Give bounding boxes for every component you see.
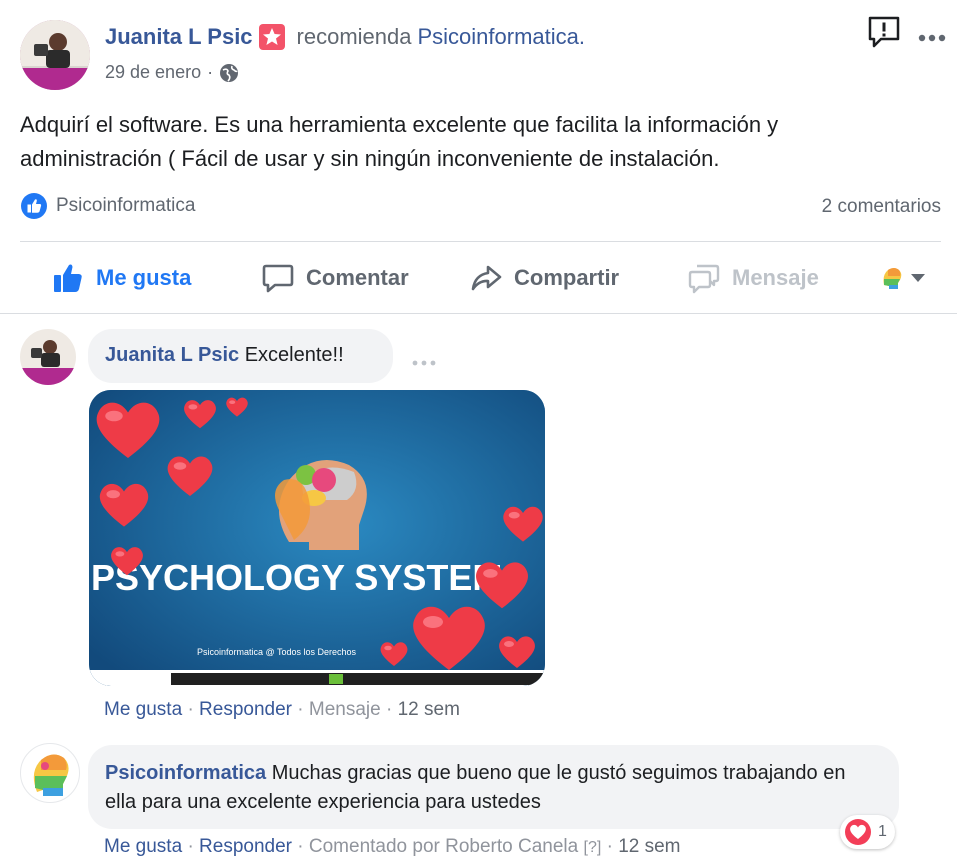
more-options-icon[interactable]: [918, 29, 948, 42]
commented-by: Comentado por Roberto Canela: [308, 836, 579, 857]
post-meta: 29 de enero ·: [105, 62, 239, 83]
share-icon: [471, 265, 502, 291]
comment-label: Comentar: [306, 265, 409, 290]
comment-2-actions: Me gusta · Responder · Comentado por Rob…: [104, 836, 681, 857]
divider-top: [20, 241, 941, 242]
comment-author[interactable]: Psicoinformatica: [105, 762, 266, 784]
image-footer-text: Psicoinformatica @ Todos los Derechos: [197, 647, 357, 657]
page-avatar[interactable]: [20, 743, 80, 803]
comment-options-icon[interactable]: [412, 353, 438, 366]
comment-button[interactable]: Comentar: [262, 258, 409, 298]
comment-message-link[interactable]: Mensaje: [309, 699, 381, 720]
message-icon: [688, 264, 720, 294]
image-title: PSYCHOLOGY SYSTEM: [91, 557, 502, 598]
comment-author[interactable]: Juanita L Psic: [105, 344, 239, 366]
globe-icon: [219, 63, 239, 83]
divider-bottom: [0, 313, 957, 314]
commenter-avatar[interactable]: [20, 329, 76, 385]
page-voice-selector[interactable]: [880, 265, 926, 291]
chevron-down-icon: [911, 274, 925, 282]
meta-separator: ·: [207, 62, 214, 82]
report-icon[interactable]: [867, 15, 901, 49]
comment-bubble-1: Juanita L Psic Excelente!!: [88, 329, 393, 383]
comment-text: Excelente!!: [244, 344, 344, 366]
like-reaction-icon: [20, 192, 48, 220]
comment-image[interactable]: PSYCHOLOGY SYSTEM Psicoinformatica @ Tod…: [89, 390, 545, 686]
share-label: Compartir: [514, 265, 620, 290]
comment-like-link[interactable]: Me gusta: [104, 699, 182, 720]
post-date[interactable]: 29 de enero: [105, 62, 201, 83]
page-link[interactable]: Psicoinformatica.: [418, 24, 586, 50]
reaction-count: 1: [878, 823, 887, 840]
help-link[interactable]: [?]: [584, 839, 602, 856]
recommend-badge-icon: [258, 24, 285, 50]
thumbs-up-icon: [54, 264, 82, 292]
love-reaction-icon: [845, 819, 871, 845]
post-body: Adquirí el software. Es una herramienta …: [20, 112, 779, 171]
comment-time[interactable]: 12 sem: [618, 836, 680, 857]
comment-reply-link[interactable]: Responder: [199, 836, 292, 857]
reaction-summary[interactable]: 1: [840, 815, 895, 849]
author-avatar[interactable]: [20, 20, 90, 90]
comment-icon: [262, 264, 294, 293]
comment-1-actions: Me gusta · Responder · Mensaje · 12 sem: [104, 699, 460, 720]
comment-bubble-2: Psicoinformatica Muchas gracias que buen…: [88, 745, 899, 829]
comment-time[interactable]: 12 sem: [398, 699, 460, 720]
comment-reply-link[interactable]: Responder: [199, 699, 292, 720]
message-label: Mensaje: [732, 265, 819, 290]
liked-by-name[interactable]: Psicoinformatica: [56, 195, 195, 217]
share-button[interactable]: Compartir: [470, 258, 619, 298]
message-button[interactable]: Mensaje: [688, 258, 819, 298]
post-likes-row[interactable]: Psicoinformatica: [20, 192, 195, 220]
page-logo-icon: [883, 268, 902, 289]
post-header-line: Juanita L Psic recomienda Psicoinformati…: [105, 24, 585, 50]
recommend-verb: recomienda: [296, 24, 412, 49]
like-button[interactable]: Me gusta: [52, 258, 191, 298]
like-label: Me gusta: [96, 265, 192, 290]
comment-count[interactable]: 2 comentarios: [822, 196, 941, 218]
author-name[interactable]: Juanita L Psic: [105, 24, 253, 50]
comment-like-link[interactable]: Me gusta: [104, 836, 182, 857]
